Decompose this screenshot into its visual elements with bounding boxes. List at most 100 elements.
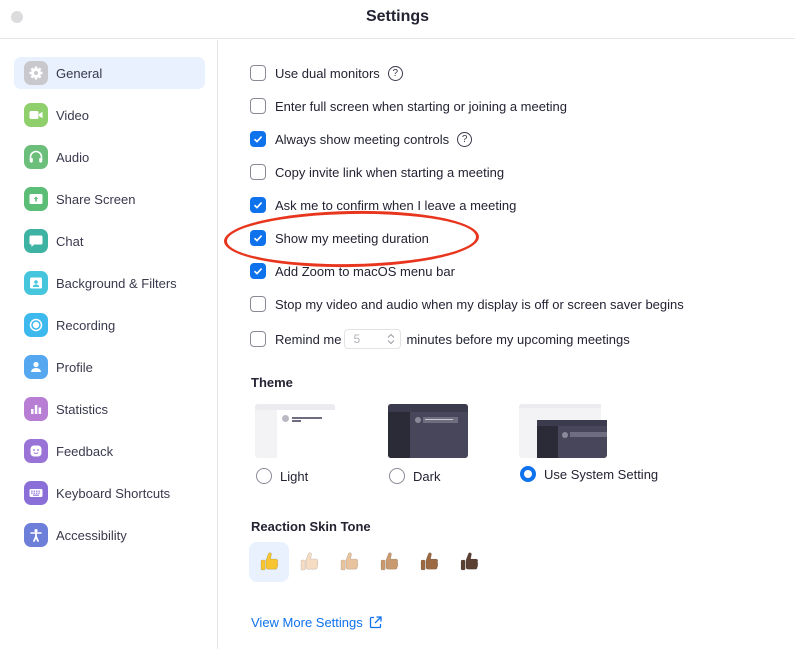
option-stop-video-audio: Stop my video and audio when my display … [250, 294, 684, 314]
full-screen-checkbox[interactable] [250, 98, 266, 114]
sidebar-item-label: Recording [56, 317, 116, 333]
option-label: Copy invite link when starting a meeting [275, 164, 505, 180]
sidebar-item-label: General [56, 65, 103, 81]
gear-icon [24, 61, 48, 85]
skin-tone-option[interactable] [249, 542, 289, 582]
accessibility-person-icon [24, 523, 48, 547]
external-link-icon [369, 616, 382, 629]
share-screen-icon [24, 187, 48, 211]
sidebar-item-video[interactable]: Video [14, 99, 205, 131]
thumbs-up-icon [420, 552, 439, 571]
theme-radio-row: Light [256, 468, 335, 484]
sidebar-item-label: Accessibility [56, 527, 127, 543]
copy-invite-link-checkbox[interactable] [250, 164, 266, 180]
option-label: Enter full screen when starting or joini… [275, 98, 567, 114]
thumbs-up-icon [380, 552, 399, 571]
chat-bubble-icon [24, 229, 48, 253]
option-dual-monitors: Use dual monitors ? [250, 63, 403, 83]
sidebar-item-label: Background & Filters [56, 275, 177, 291]
video-camera-icon [24, 103, 48, 127]
option-copy-invite-link: Copy invite link when starting a meeting [250, 162, 504, 182]
sidebar-item-label: Audio [56, 149, 90, 165]
show-meeting-controls-checkbox[interactable] [250, 131, 266, 147]
thumbs-up-icon [340, 552, 359, 571]
remind-me-checkbox[interactable] [250, 331, 266, 347]
confirm-leave-checkbox[interactable] [250, 197, 266, 213]
keyboard-icon [24, 481, 48, 505]
system-theme-preview[interactable] [519, 404, 607, 458]
title-bar: Settings [0, 0, 795, 39]
sidebar-item-recording[interactable]: Recording [14, 309, 205, 341]
smiley-icon [24, 439, 48, 463]
stepper-arrows-icon[interactable] [387, 333, 395, 345]
skin-tone-option[interactable] [369, 542, 409, 582]
sidebar-item-accessibility[interactable]: Accessibility [14, 519, 205, 551]
sidebar-item-label: Statistics [56, 401, 109, 417]
option-label: Stop my video and audio when my display … [275, 296, 684, 312]
sidebar-item-share-screen[interactable]: Share Screen [14, 183, 205, 215]
record-icon [24, 313, 48, 337]
show-meeting-duration-checkbox[interactable] [250, 230, 266, 246]
sidebar-item-label: Keyboard Shortcuts [56, 485, 171, 501]
option-label: Remind me [275, 331, 342, 347]
skin-tone-option[interactable] [329, 542, 369, 582]
option-label: Always show meeting controls [275, 131, 450, 147]
view-more-settings-link[interactable]: View More Settings [251, 615, 382, 630]
view-more-settings-label: View More Settings [251, 615, 363, 630]
system-theme-radio[interactable] [520, 466, 536, 482]
sidebar-item-statistics[interactable]: Statistics [14, 393, 205, 425]
profile-person-icon [24, 355, 48, 379]
theme-radio-row: Dark [389, 468, 468, 484]
option-label: Show my meeting duration [275, 230, 429, 246]
option-full-screen: Enter full screen when starting or joini… [250, 96, 567, 116]
skin-tone-option[interactable] [449, 542, 489, 582]
theme-label: Use System Setting [544, 466, 659, 482]
stop-video-audio-checkbox[interactable] [250, 296, 266, 312]
thumbs-up-icon [460, 552, 479, 571]
reminder-minutes-stepper[interactable]: 5 [344, 329, 402, 349]
sidebar-item-background-filters[interactable]: Background & Filters [14, 267, 205, 299]
theme-label: Light [280, 468, 309, 484]
skin-tone-option[interactable] [289, 542, 329, 582]
sidebar-item-chat[interactable]: Chat [14, 225, 205, 257]
option-label: Add Zoom to macOS menu bar [275, 263, 455, 279]
light-theme-preview[interactable] [255, 404, 335, 458]
add-to-menu-bar-checkbox[interactable] [250, 263, 266, 279]
light-theme-radio[interactable] [256, 468, 272, 484]
option-label: Use dual monitors [275, 65, 380, 81]
settings-sidebar: General Video Audio Share Screen Chat Ba… [0, 40, 218, 649]
sidebar-item-label: Feedback [56, 443, 114, 459]
sidebar-item-profile[interactable]: Profile [14, 351, 205, 383]
skin-tone-section-title: Reaction Skin Tone [251, 519, 371, 534]
background-person-icon [24, 271, 48, 295]
dark-theme-radio[interactable] [389, 468, 405, 484]
option-show-meeting-controls: Always show meeting controls ? [250, 129, 473, 149]
skin-tone-option[interactable] [409, 542, 449, 582]
option-confirm-leave: Ask me to confirm when I leave a meeting [250, 195, 516, 215]
sidebar-item-feedback[interactable]: Feedback [14, 435, 205, 467]
thumbs-up-icon [260, 552, 279, 571]
theme-option-system: Use System Setting [519, 404, 658, 482]
sidebar-item-general[interactable]: General [14, 57, 205, 89]
sidebar-item-label: Share Screen [56, 191, 136, 207]
option-label: Ask me to confirm when I leave a meeting [275, 197, 517, 213]
dark-theme-preview[interactable] [388, 404, 468, 458]
general-settings-panel: Use dual monitors ? Enter full screen wh… [219, 40, 795, 649]
dual-monitors-checkbox[interactable] [250, 65, 266, 81]
headphones-icon [24, 145, 48, 169]
theme-option-light: Light [255, 404, 335, 484]
theme-radio-row: Use System Setting [520, 466, 658, 482]
help-icon[interactable]: ? [457, 131, 473, 147]
option-label: minutes before my upcoming meetings [406, 331, 630, 347]
sidebar-item-keyboard-shortcuts[interactable]: Keyboard Shortcuts [14, 477, 205, 509]
theme-option-dark: Dark [388, 404, 468, 484]
thumbs-up-icon [300, 552, 319, 571]
reminder-minutes-value: 5 [353, 332, 361, 346]
help-icon[interactable]: ? [387, 65, 403, 81]
option-show-meeting-duration: Show my meeting duration [250, 228, 429, 248]
option-remind-me: Remind me 5 minutes before my upcoming m… [250, 329, 630, 349]
sidebar-item-audio[interactable]: Audio [14, 141, 205, 173]
sidebar-item-label: Chat [56, 233, 84, 249]
option-add-to-menu-bar: Add Zoom to macOS menu bar [250, 261, 455, 281]
sidebar-item-label: Profile [56, 359, 93, 375]
